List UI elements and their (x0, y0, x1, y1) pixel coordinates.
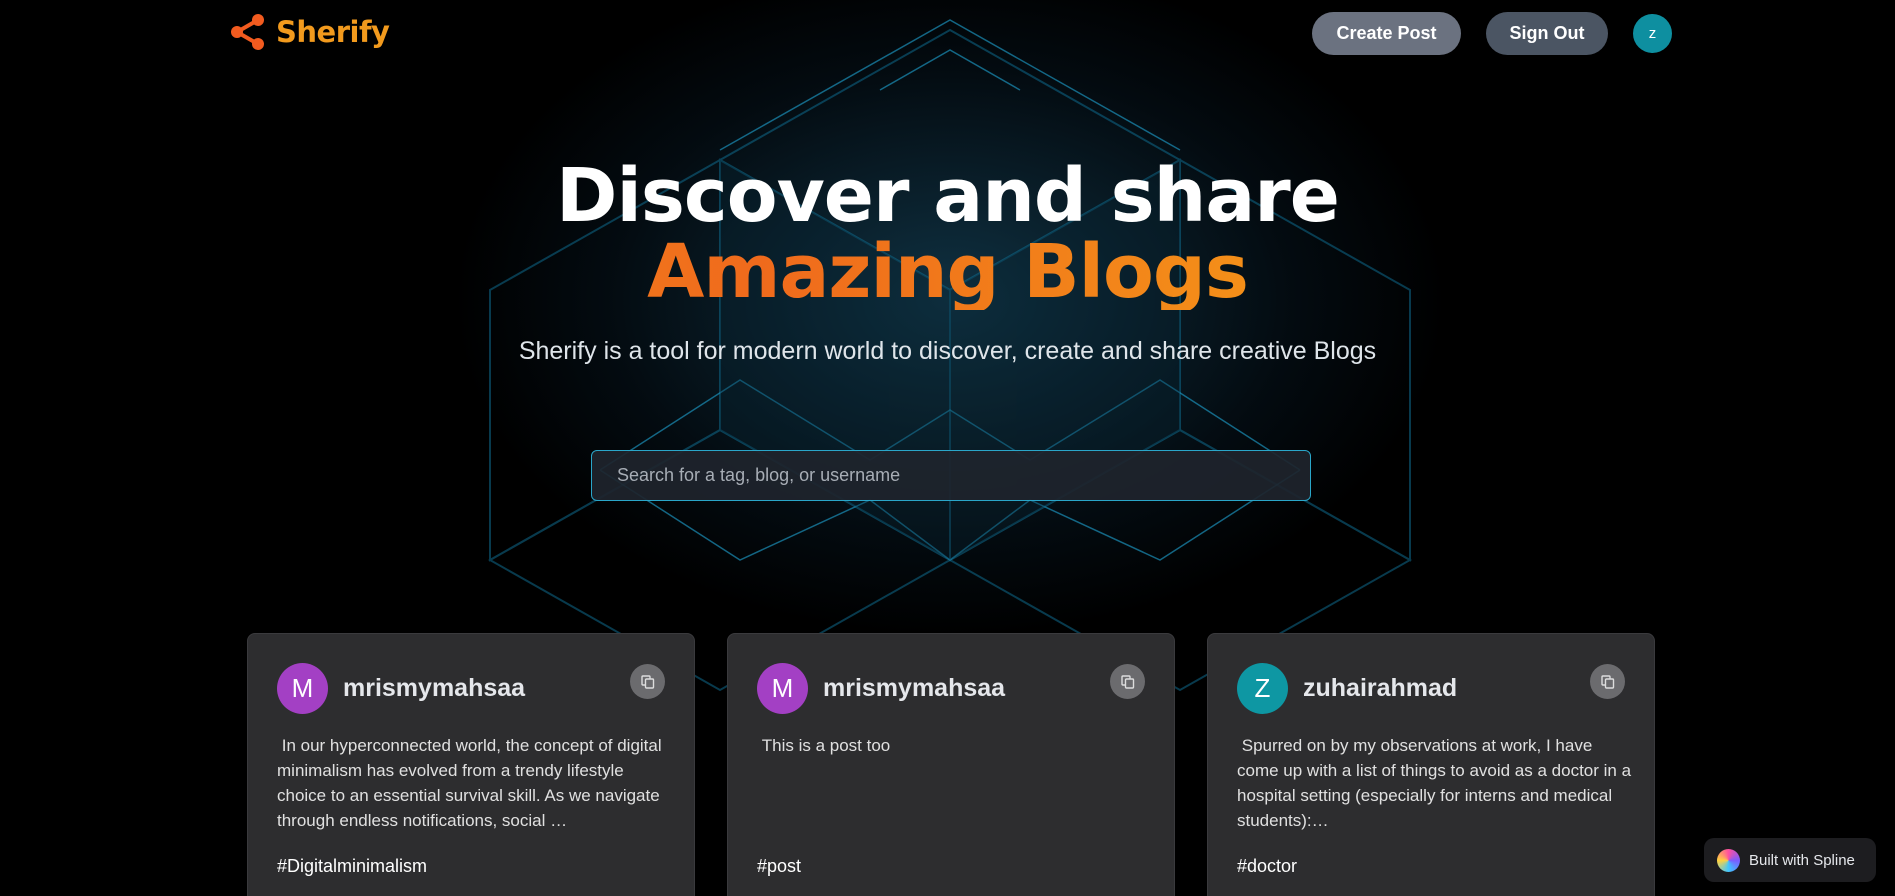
author-avatar[interactable]: M (277, 663, 328, 714)
search-input[interactable] (591, 450, 1311, 501)
author-avatar[interactable]: Z (1237, 663, 1288, 714)
post-tag[interactable]: #doctor (1237, 856, 1297, 877)
hero-title-line1: Discover and share (556, 153, 1340, 239)
post-card[interactable]: M mrismymahsaa This is a post too #post (727, 633, 1175, 896)
post-card[interactable]: M mrismymahsaa In our hyperconnected wor… (247, 633, 695, 896)
copy-button[interactable] (1110, 664, 1145, 699)
user-avatar[interactable]: z (1633, 14, 1672, 53)
top-nav: Sherify Create Post Sign Out z (0, 0, 1895, 68)
spline-logo-icon (1717, 848, 1740, 872)
share-icon (231, 14, 264, 50)
author-username[interactable]: mrismymahsaa (343, 674, 525, 703)
copy-button[interactable] (1590, 664, 1625, 699)
copy-button[interactable] (630, 664, 665, 699)
sign-out-button[interactable]: Sign Out (1486, 12, 1608, 55)
built-with-spline-badge[interactable]: Built with Spline (1704, 838, 1876, 882)
spline-badge-label: Built with Spline (1749, 851, 1855, 869)
brand-name: Sherify (276, 15, 390, 49)
author-username[interactable]: zuhairahmad (1303, 674, 1457, 703)
post-card[interactable]: Z zuhairahmad Spurred on by my observati… (1207, 633, 1655, 896)
post-excerpt: In our hyperconnected world, the concept… (277, 736, 667, 830)
post-tag[interactable]: #Digitalminimalism (277, 856, 427, 877)
hero-title: Discover and share Amazing Blogs (0, 158, 1895, 310)
post-excerpt: Spurred on by my observations at work, I… (1237, 736, 1636, 830)
author-username[interactable]: mrismymahsaa (823, 674, 1005, 703)
brand-logo[interactable]: Sherify (228, 12, 390, 52)
post-tag[interactable]: #post (757, 856, 801, 877)
copy-icon (1600, 674, 1614, 689)
post-excerpt: This is a post too (757, 736, 891, 755)
create-post-button[interactable]: Create Post (1312, 12, 1461, 55)
author-avatar[interactable]: M (757, 663, 808, 714)
copy-icon (640, 674, 654, 689)
hero-title-line2: Amazing Blogs (0, 234, 1895, 310)
copy-icon (1120, 674, 1134, 689)
hero-subtitle: Sherify is a tool for modern world to di… (518, 337, 1377, 365)
